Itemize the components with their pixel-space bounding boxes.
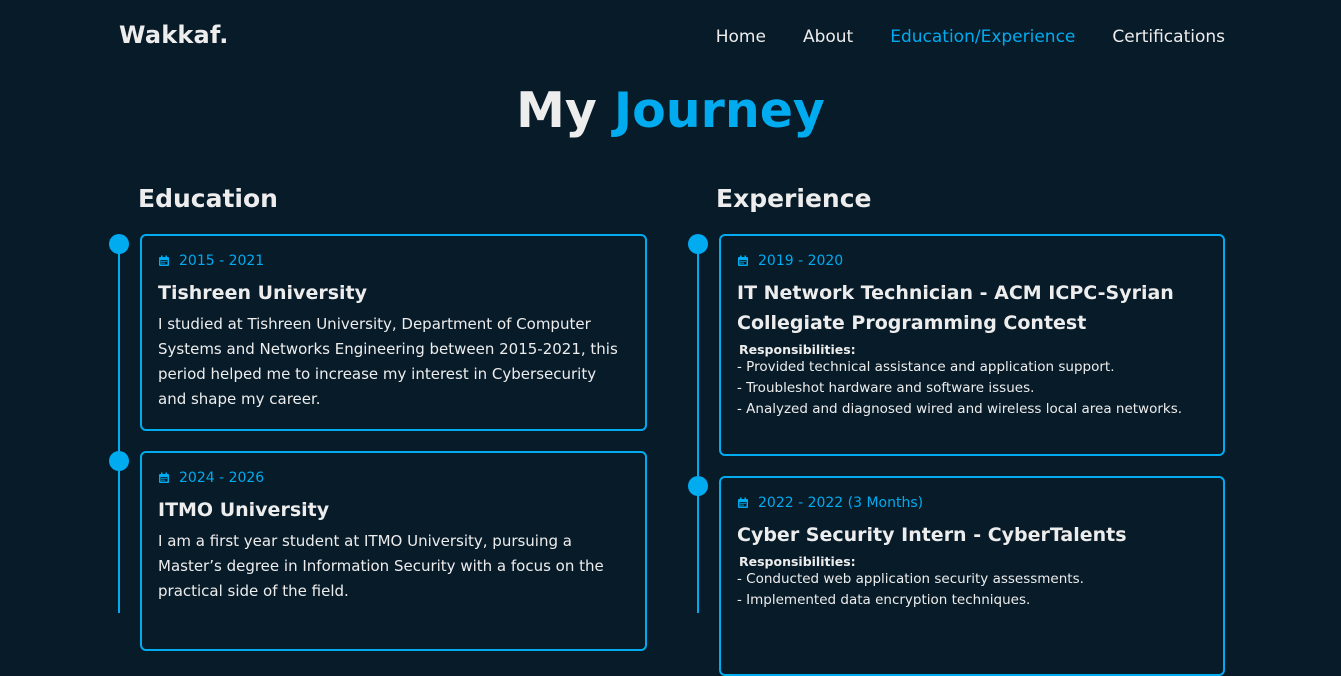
experience-card: 2022 - 2022 (3 Months) Cyber Security In…	[719, 476, 1225, 676]
nav-education-experience[interactable]: Education/Experience	[890, 27, 1075, 47]
experience-card: 2019 - 2020 IT Network Technician - ACM …	[719, 234, 1225, 456]
education-description: I studied at Tishreen University, Depart…	[158, 315, 618, 408]
education-card: 2015 - 2021 Tishreen University I studie…	[140, 234, 647, 431]
experience-timeline-dot	[688, 234, 708, 254]
nav-home[interactable]: Home	[716, 27, 766, 47]
experience-title: Experience	[716, 184, 872, 213]
education-card: 2024 - 2026 ITMO University I am a first…	[140, 451, 647, 651]
calendar-icon	[738, 497, 748, 508]
education-years-text: 2024 - 2026	[179, 470, 265, 486]
nav-certifications[interactable]: Certifications	[1112, 27, 1225, 47]
main-nav: Home About Education/Experience Certific…	[716, 27, 1225, 47]
experience-role: IT Network Technician - ACM ICPC-Syrian …	[737, 282, 1174, 334]
responsibility-item: - Implemented data encryption techniques…	[737, 592, 1031, 608]
education-years: 2024 - 2026	[158, 470, 629, 486]
responsibility-item: - Analyzed and diagnosed wired and wirel…	[737, 401, 1183, 417]
site-header: Wakkaf. Home About Education/Experience …	[0, 0, 1341, 74]
education-timeline-dot	[109, 234, 129, 254]
page-title: My Journey	[0, 82, 1341, 139]
experience-years: 2022 - 2022 (3 Months)	[737, 495, 1207, 511]
experience-role: Cyber Security Intern - CyberTalents	[737, 524, 1127, 546]
calendar-icon	[159, 472, 169, 483]
experience-timeline-dot	[688, 476, 708, 496]
education-timeline-line	[118, 243, 120, 613]
responsibility-item: - Troubleshot hardware and software issu…	[737, 380, 1035, 396]
education-years: 2015 - 2021	[158, 253, 629, 269]
page-title-main: My	[516, 82, 614, 139]
education-description: I am a first year student at ITMO Univer…	[158, 532, 604, 600]
calendar-icon	[159, 255, 169, 266]
site-logo[interactable]: Wakkaf.	[119, 21, 229, 49]
page-title-accent: Journey	[613, 82, 825, 139]
experience-years-text: 2022 - 2022 (3 Months)	[758, 495, 924, 511]
education-title: Education	[138, 184, 278, 213]
experience-years-text: 2019 - 2020	[758, 253, 844, 269]
education-institution: ITMO University	[158, 499, 330, 521]
calendar-icon	[738, 255, 748, 266]
education-years-text: 2015 - 2021	[179, 253, 265, 269]
nav-about[interactable]: About	[803, 27, 853, 47]
responsibility-item: - Provided technical assistance and appl…	[737, 359, 1115, 375]
responsibilities-label: Responsibilities:	[739, 554, 856, 569]
education-institution: Tishreen University	[158, 282, 367, 304]
responsibilities-label: Responsibilities:	[739, 342, 856, 357]
responsibility-item: - Conducted web application security ass…	[737, 571, 1084, 587]
experience-years: 2019 - 2020	[737, 253, 1207, 269]
education-timeline-dot	[109, 451, 129, 471]
experience-timeline-line	[697, 243, 699, 613]
